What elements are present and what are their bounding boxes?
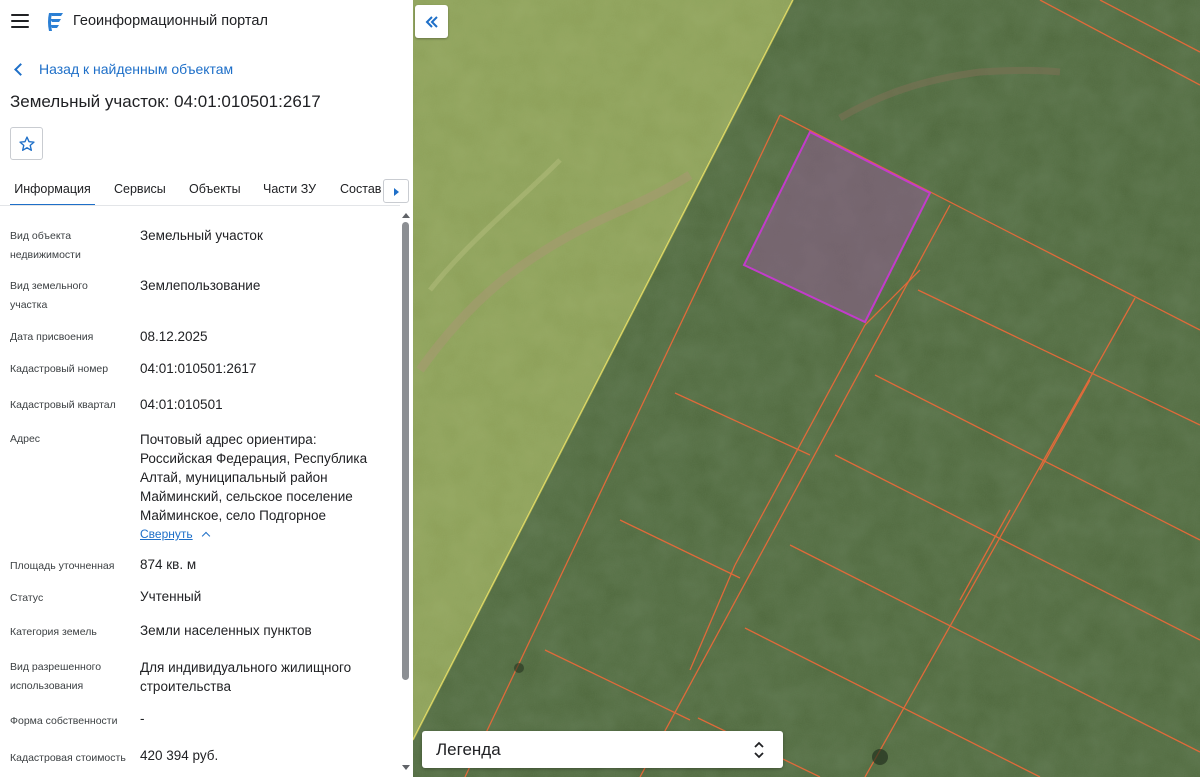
info-value: Земельный участок bbox=[140, 228, 263, 243]
info-label: Дата присвоения bbox=[10, 331, 94, 343]
tab-bar: Информация Сервисы Объекты Части ЗУ Сост… bbox=[0, 174, 413, 206]
tabs-scroll-right-button[interactable] bbox=[383, 179, 409, 203]
info-value: - bbox=[140, 711, 145, 726]
info-value: Учтенный bbox=[140, 589, 202, 604]
chevron-up-down-icon bbox=[754, 741, 764, 759]
tab-services[interactable]: Сервисы bbox=[114, 174, 166, 206]
map-canvas[interactable] bbox=[413, 0, 1200, 777]
map-view[interactable] bbox=[413, 0, 1200, 777]
info-label: Кадастровый номер bbox=[10, 363, 109, 375]
info-value: 420 394 руб. bbox=[140, 748, 219, 763]
shrub bbox=[872, 749, 888, 765]
collapse-panel-button[interactable] bbox=[415, 5, 448, 38]
info-value: Землепользование bbox=[140, 278, 261, 293]
app-title: Геоинформационный портал bbox=[73, 13, 268, 29]
chevron-left-icon bbox=[14, 62, 27, 76]
collapse-address-link[interactable]: Свернуть bbox=[140, 527, 210, 541]
info-value-address: Почтовый адрес ориентира: Российская Фед… bbox=[140, 432, 368, 523]
portal-logo-icon bbox=[48, 13, 63, 31]
scrollbar-thumb[interactable] bbox=[402, 222, 409, 680]
double-chevron-left-icon bbox=[425, 15, 438, 28]
menu-icon[interactable] bbox=[11, 14, 29, 28]
info-value: 874 кв. м bbox=[140, 557, 197, 572]
info-label: Категория земель bbox=[10, 626, 97, 638]
info-label: Статус bbox=[10, 592, 44, 604]
legend-dropdown[interactable]: Легенда bbox=[422, 731, 783, 768]
info-value: 04:01:010501 bbox=[140, 397, 223, 412]
info-label: Вид разрешенного использования bbox=[10, 661, 102, 692]
info-value: Для индивидуального жилищного строительс… bbox=[140, 660, 352, 694]
info-label: Кадастровый квартал bbox=[10, 399, 116, 411]
info-label: Площадь уточненная bbox=[10, 560, 115, 572]
favorite-button[interactable] bbox=[10, 127, 43, 160]
object-title: Земельный участок: 04:01:010501:2617 bbox=[10, 92, 321, 111]
tab-parts[interactable]: Части ЗУ bbox=[263, 174, 316, 206]
sidebar: Геоинформационный портал Назад к найденн… bbox=[0, 0, 413, 777]
tab-composition[interactable]: Состав bbox=[340, 174, 382, 206]
back-to-results-link[interactable]: Назад к найденным объектам bbox=[12, 59, 233, 79]
shrub bbox=[514, 663, 524, 673]
info-value: 04:01:010501:2617 bbox=[140, 361, 257, 376]
back-link-label: Назад к найденным объектам bbox=[39, 61, 234, 77]
topbar: Геоинформационный портал bbox=[0, 0, 413, 44]
info-label: Кадастровая стоимость bbox=[10, 752, 126, 764]
tab-info[interactable]: Информация bbox=[10, 174, 95, 206]
info-value: Земли населенных пунктов bbox=[140, 623, 312, 638]
info-label: Адрес bbox=[10, 433, 41, 445]
scroll-down-arrow-icon[interactable] bbox=[402, 765, 410, 770]
collapse-label: Свернуть bbox=[140, 527, 193, 541]
info-panel: Вид объекта недвижимости Земельный участ… bbox=[0, 206, 400, 777]
star-icon bbox=[18, 135, 35, 151]
info-value: 08.12.2025 bbox=[140, 329, 208, 344]
tab-objects[interactable]: Объекты bbox=[189, 174, 241, 206]
info-label: Вид объекта недвижимости bbox=[10, 230, 81, 261]
scroll-up-arrow-icon[interactable] bbox=[402, 213, 410, 218]
info-label: Вид земельного участка bbox=[10, 280, 88, 311]
chevron-up-icon bbox=[201, 531, 210, 540]
legend-label: Легенда bbox=[436, 740, 501, 759]
info-label: Форма собственности bbox=[10, 715, 118, 727]
